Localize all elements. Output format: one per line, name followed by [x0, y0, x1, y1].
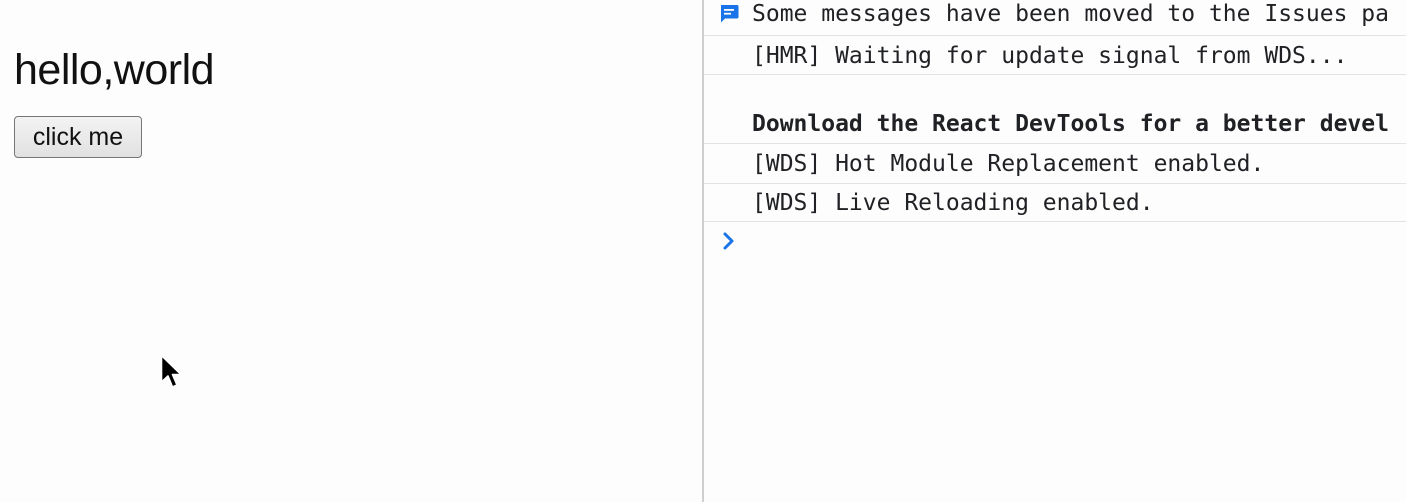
console-message-live-reload: [WDS] Live Reloading enabled. — [704, 184, 1406, 222]
chevron-right-icon[interactable] — [718, 228, 740, 254]
console-message-text: [WDS] Live Reloading enabled. — [752, 190, 1154, 216]
console-message-text: [WDS] Hot Module Replacement enabled. — [752, 151, 1265, 177]
console-message-hot-reload: [WDS] Hot Module Replacement enabled. — [704, 144, 1406, 184]
screen: hello,world click me Some messages have … — [0, 0, 1406, 502]
click-me-button[interactable]: click me — [14, 116, 142, 158]
console-message-hmr: [HMR] Waiting for update signal from WDS… — [704, 36, 1406, 75]
console-message-react-devtools: Download the React DevTools for a better… — [704, 75, 1406, 144]
app-viewport: hello,world click me — [0, 0, 702, 502]
mouse-cursor-icon — [160, 354, 182, 388]
console-message-text: Download the React DevTools for a better… — [752, 111, 1389, 137]
console-message-text: Some messages have been moved to the Iss… — [752, 1, 1389, 27]
page-heading: hello,world — [14, 46, 215, 94]
console-message-issues[interactable]: Some messages have been moved to the Iss… — [704, 0, 1406, 36]
devtools-console: Some messages have been moved to the Iss… — [704, 0, 1406, 502]
console-message-text: [HMR] Waiting for update signal from WDS… — [752, 43, 1348, 69]
issues-message-icon — [721, 5, 739, 23]
